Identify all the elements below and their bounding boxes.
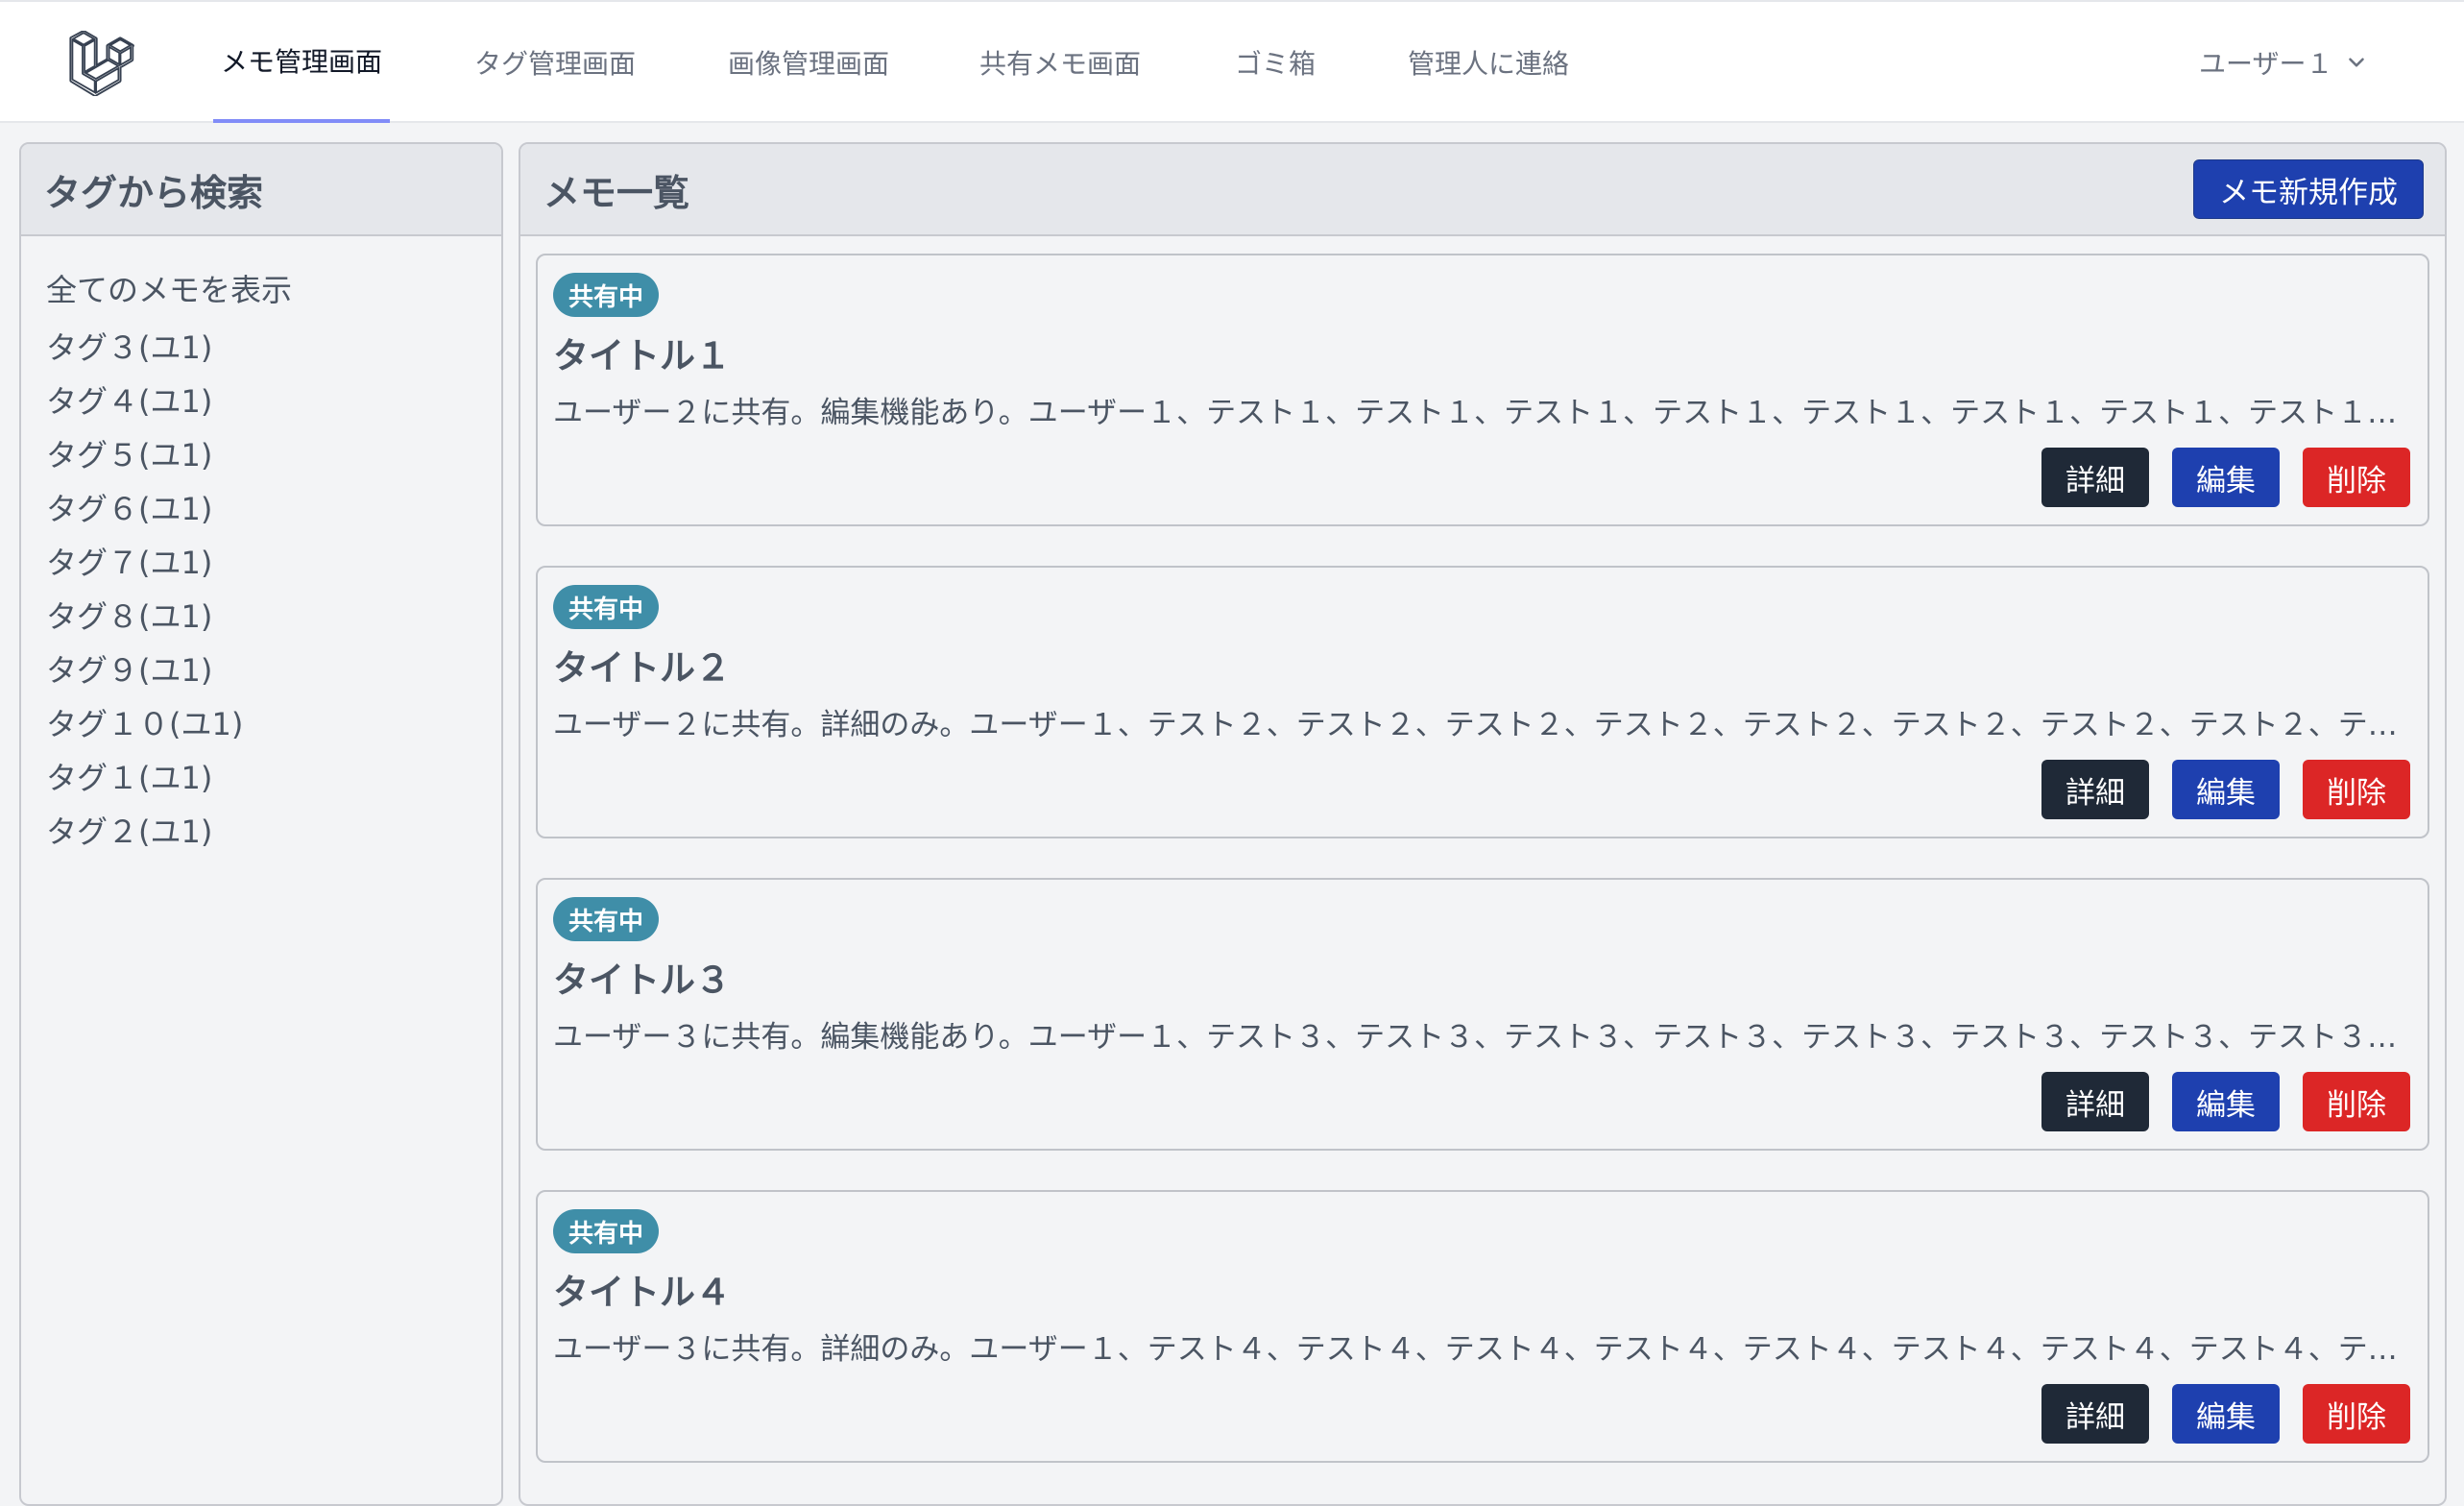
memo-list-header: メモ一覧 メモ新規作成 bbox=[520, 144, 2445, 236]
detail-button[interactable]: 詳細 bbox=[2041, 1384, 2149, 1444]
show-all-memos-link[interactable]: 全てのメモを表示 bbox=[46, 261, 476, 319]
tag-link[interactable]: タグ４(ユ1) bbox=[46, 375, 476, 428]
tag-search-header: タグから検索 bbox=[21, 144, 501, 236]
memo-title: タイトル４ bbox=[553, 1272, 731, 1313]
tag-link[interactable]: タグ８(ユ1) bbox=[46, 590, 476, 644]
nav-memo-management[interactable]: メモ管理画面 bbox=[213, 2, 390, 123]
tag-link[interactable]: タグ３(ユ1) bbox=[46, 321, 476, 375]
user-dropdown[interactable]: ユーザー１ bbox=[2199, 2, 2369, 123]
tag-link[interactable]: タグ５(ユ1) bbox=[46, 428, 476, 482]
memo-list-panel: メモ一覧 メモ新規作成 共有中 タイトル１ ユーザー２に共有。編集機能あり。ユー… bbox=[519, 142, 2447, 1506]
nav-tag-management[interactable]: タグ管理画面 bbox=[471, 2, 640, 123]
memo-list-title: メモ一覧 bbox=[544, 171, 690, 214]
shared-badge: 共有中 bbox=[553, 1209, 660, 1253]
delete-button[interactable]: 削除 bbox=[2303, 760, 2410, 819]
memo-card: 共有中 タイトル４ ユーザー３に共有。詳細のみ。ユーザー１、テスト４、テスト４、… bbox=[536, 1190, 2429, 1463]
memo-card: 共有中 タイトル２ ユーザー２に共有。詳細のみ。ユーザー１、テスト２、テスト２、… bbox=[536, 566, 2429, 838]
edit-button[interactable]: 編集 bbox=[2172, 448, 2280, 507]
shared-badge: 共有中 bbox=[553, 897, 660, 941]
tag-link[interactable]: タグ１(ユ1) bbox=[46, 751, 476, 805]
tag-link[interactable]: タグ１０(ユ1) bbox=[46, 697, 476, 751]
detail-button[interactable]: 詳細 bbox=[2041, 760, 2149, 819]
nav-trash[interactable]: ゴミ箱 bbox=[1231, 2, 1319, 123]
edit-button[interactable]: 編集 bbox=[2172, 1072, 2280, 1131]
memo-body: ユーザー２に共有。詳細のみ。ユーザー１、テスト２、テスト２、テスト２、テスト２、… bbox=[553, 708, 2416, 742]
edit-button[interactable]: 編集 bbox=[2172, 760, 2280, 819]
nav-contact-admin[interactable]: 管理人に連絡 bbox=[1404, 2, 1573, 123]
tag-link[interactable]: タグ９(ユ1) bbox=[46, 644, 476, 697]
delete-button[interactable]: 削除 bbox=[2303, 448, 2410, 507]
delete-button[interactable]: 削除 bbox=[2303, 1384, 2410, 1444]
nav-shared-memo[interactable]: 共有メモ画面 bbox=[976, 2, 1145, 123]
tag-link[interactable]: タグ７(ユ1) bbox=[46, 536, 476, 590]
memo-card: 共有中 タイトル３ ユーザー３に共有。編集機能あり。ユーザー１、テスト３、テスト… bbox=[536, 878, 2429, 1151]
laravel-logo-icon[interactable] bbox=[69, 30, 134, 97]
tag-link[interactable]: タグ２(ユ1) bbox=[46, 805, 476, 859]
memo-body: ユーザー２に共有。編集機能あり。ユーザー１、テスト１、テスト１、テスト１、テスト… bbox=[553, 396, 2416, 430]
tag-link[interactable]: タグ６(ユ1) bbox=[46, 482, 476, 536]
tag-list: 全てのメモを表示 タグ３(ユ1) タグ４(ユ1) タグ５(ユ1) タグ６(ユ1)… bbox=[21, 236, 501, 859]
shared-badge: 共有中 bbox=[553, 273, 660, 317]
memo-title: タイトル３ bbox=[553, 959, 731, 1001]
nav-image-management[interactable]: 画像管理画面 bbox=[724, 2, 893, 123]
memo-title: タイトル２ bbox=[553, 647, 731, 689]
edit-button[interactable]: 編集 bbox=[2172, 1384, 2280, 1444]
shared-badge: 共有中 bbox=[553, 585, 660, 629]
user-name: ユーザー１ bbox=[2199, 48, 2333, 80]
delete-button[interactable]: 削除 bbox=[2303, 1072, 2410, 1131]
memo-card: 共有中 タイトル１ ユーザー２に共有。編集機能あり。ユーザー１、テスト１、テスト… bbox=[536, 254, 2429, 526]
memo-title: タイトル１ bbox=[553, 335, 731, 376]
chevron-down-icon bbox=[2349, 58, 2365, 67]
detail-button[interactable]: 詳細 bbox=[2041, 1072, 2149, 1131]
detail-button[interactable]: 詳細 bbox=[2041, 448, 2149, 507]
new-memo-button[interactable]: メモ新規作成 bbox=[2193, 159, 2424, 219]
tag-search-title: タグから検索 bbox=[44, 171, 264, 214]
memo-body: ユーザー３に共有。詳細のみ。ユーザー１、テスト４、テスト４、テスト４、テスト４、… bbox=[553, 1332, 2416, 1367]
memo-body: ユーザー３に共有。編集機能あり。ユーザー１、テスト３、テスト３、テスト３、テスト… bbox=[553, 1020, 2416, 1055]
top-navigation: メモ管理画面 タグ管理画面 画像管理画面 共有メモ画面 ゴミ箱 管理人に連絡 ユ… bbox=[0, 0, 2464, 123]
tag-search-panel: タグから検索 全てのメモを表示 タグ３(ユ1) タグ４(ユ1) タグ５(ユ1) … bbox=[19, 142, 503, 1506]
